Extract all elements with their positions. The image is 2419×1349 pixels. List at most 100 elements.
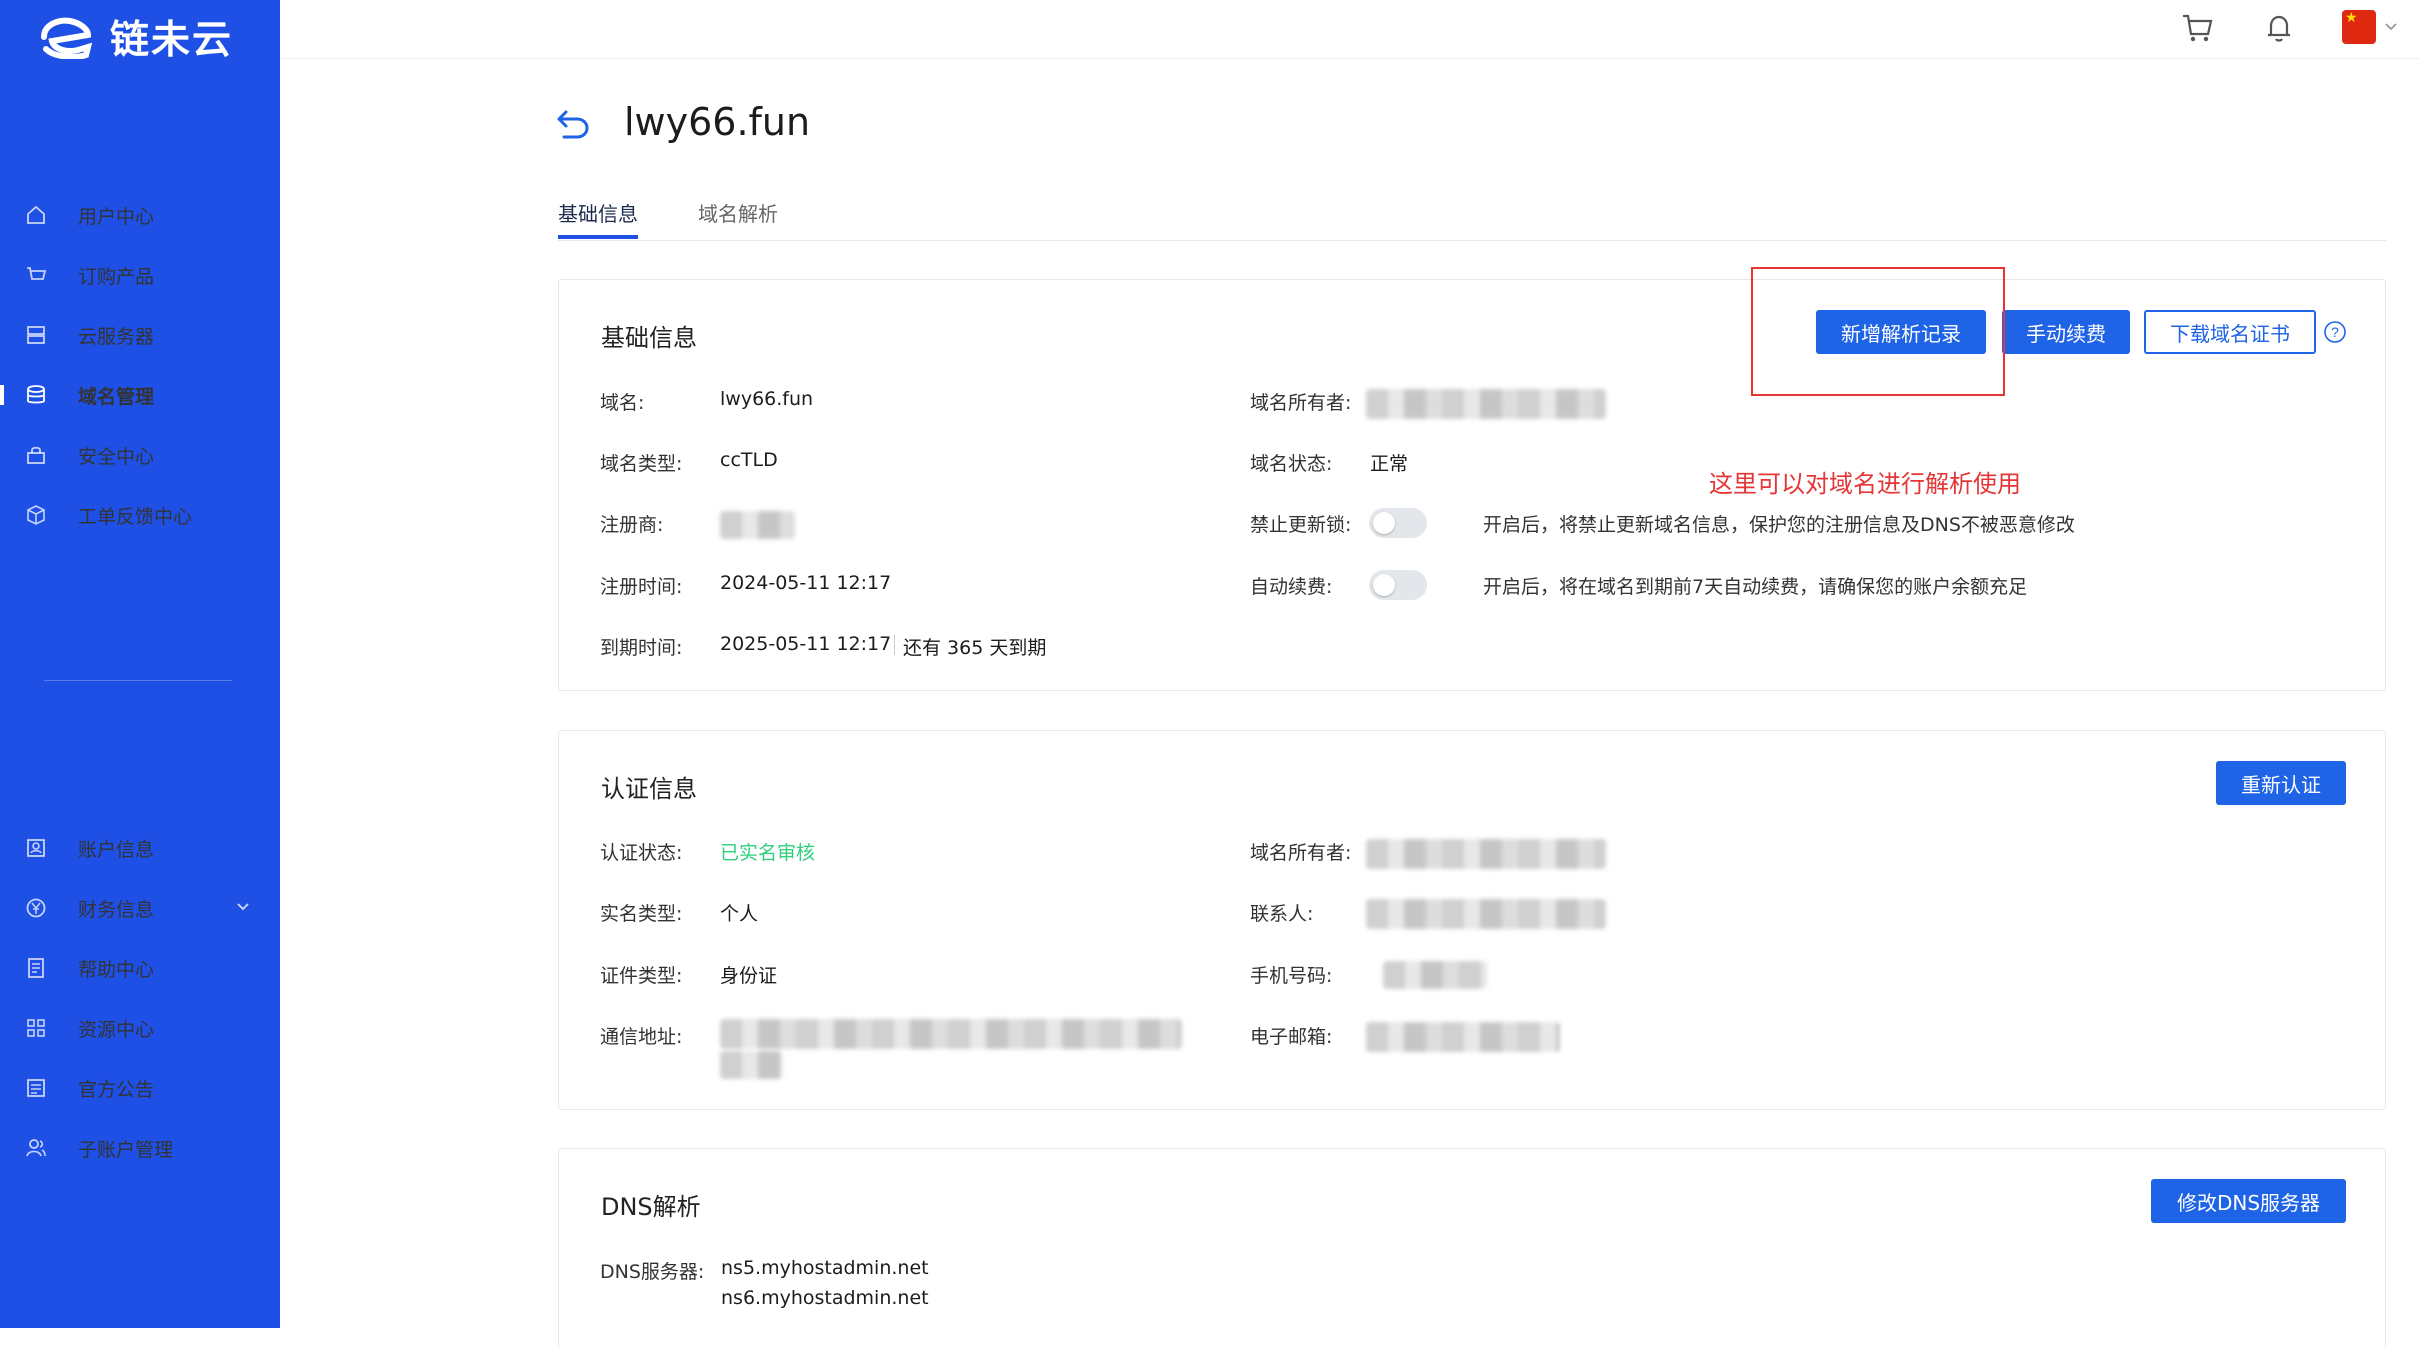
sidebar-item-sub-accounts[interactable]: 子账户管理 xyxy=(0,1126,280,1170)
bell-icon[interactable] xyxy=(2261,10,2297,46)
update-lock-label: 禁止更新锁: xyxy=(1250,514,1352,536)
auth-status-label: 认证状态: xyxy=(600,842,683,864)
real-name-type-label: 实名类型: xyxy=(600,903,683,925)
annotation-highlight-box xyxy=(1751,267,2005,396)
yuan-icon xyxy=(26,898,46,918)
contact-redacted xyxy=(1366,899,1606,929)
domain-type-label: 域名类型: xyxy=(600,453,683,475)
sidebar-item-label: 订购产品 xyxy=(78,265,155,288)
cart-icon xyxy=(27,267,47,280)
sidebar-item-label: 账户信息 xyxy=(78,838,155,861)
address-redacted-line1 xyxy=(720,1019,1182,1049)
remaining-days: 还有 365 天到期 xyxy=(903,637,1047,659)
phone-redacted xyxy=(1383,961,1487,989)
phone-label: 手机号码: xyxy=(1250,965,1333,987)
domain-status-label: 域名状态: xyxy=(1250,453,1333,475)
home-icon xyxy=(27,205,45,224)
auto-renew-hint: 开启后，将在域名到期前7天自动续费，请确保您的账户余额充足 xyxy=(1483,576,2028,598)
divider xyxy=(894,635,895,655)
auth-owner-redacted xyxy=(1366,839,1606,869)
dns-server-2: ns6.myhostadmin.net xyxy=(721,1287,929,1309)
email-label: 电子邮箱: xyxy=(1250,1026,1333,1048)
tab-bar: 基础信息 域名解析 xyxy=(558,190,2386,241)
sidebar-item-label: 官方公告 xyxy=(78,1078,155,1101)
sidebar-item-label: 子账户管理 xyxy=(78,1138,174,1161)
database-icon xyxy=(27,385,45,404)
contact-label: 联系人: xyxy=(1250,903,1314,925)
domain-label: 域名: xyxy=(600,392,645,414)
download-certificate-button[interactable]: 下载域名证书 xyxy=(2144,310,2316,354)
registration-time-label: 注册时间: xyxy=(600,576,683,598)
sidebar-item-help-center[interactable]: 帮助中心 xyxy=(0,946,280,990)
owner-redacted xyxy=(1366,389,1606,419)
tab-label: 域名解析 xyxy=(698,202,778,226)
svg-text:?: ? xyxy=(2331,324,2339,340)
brand-name: 链未云 xyxy=(110,18,234,63)
sidebar-divider xyxy=(44,680,232,681)
sidebar-item-label: 用户中心 xyxy=(78,205,155,228)
sidebar-item-security-center[interactable]: 安全中心 xyxy=(0,433,280,477)
grid-icon xyxy=(27,1019,45,1037)
sidebar-item-finance-info[interactable]: 财务信息 xyxy=(0,886,280,930)
card-title: 认证信息 xyxy=(601,775,697,803)
domain-status-value: 正常 xyxy=(1370,453,1409,475)
registrar-redacted xyxy=(720,511,795,539)
top-bar xyxy=(280,0,2419,59)
address-redacted-line2 xyxy=(720,1051,782,1079)
back-icon[interactable] xyxy=(556,106,590,140)
tab-label: 基础信息 xyxy=(558,202,638,226)
sidebar-item-cloud-server[interactable]: 云服务器 xyxy=(0,313,280,357)
manual-renew-button[interactable]: 手动续费 xyxy=(2002,310,2130,354)
auth-status-value: 已实名审核 xyxy=(720,842,816,864)
server-icon xyxy=(27,326,45,344)
sidebar-item-label: 工单反馈中心 xyxy=(78,505,193,528)
cube-icon xyxy=(27,505,45,525)
domain-type-value: ccTLD xyxy=(720,449,778,471)
annotation-text: 这里可以对域名进行解析使用 xyxy=(1709,470,2021,498)
tab-basic-info[interactable]: 基础信息 xyxy=(558,198,638,227)
basic-info-card: 基础信息 新增解析记录 手动续费 下载域名证书 ? 域名: lwy66.fun … xyxy=(558,279,2386,691)
sidebar-item-label: 云服务器 xyxy=(78,325,155,348)
domain-value: lwy66.fun xyxy=(720,388,814,410)
dns-server-1: ns5.myhostadmin.net xyxy=(721,1257,929,1279)
sidebar-item-label: 帮助中心 xyxy=(78,958,155,981)
id-type-value: 身份证 xyxy=(720,965,778,987)
sidebar-item-ticket-center[interactable]: 工单反馈中心 xyxy=(0,493,280,537)
update-lock-hint: 开启后，将禁止更新域名信息，保护您的注册信息及DNS不被恶意修改 xyxy=(1483,514,2075,536)
language-flag-icon[interactable]: ★ xyxy=(2342,10,2376,44)
cart-icon[interactable] xyxy=(2180,10,2216,46)
help-icon[interactable]: ? xyxy=(2323,320,2347,344)
active-tab-indicator xyxy=(558,235,638,239)
chevron-down-icon[interactable] xyxy=(2384,20,2398,34)
real-name-type-value: 个人 xyxy=(720,903,759,925)
auth-info-card: 认证信息 重新认证 认证状态: 已实名审核 实名类型: 个人 证件类型: 身份证… xyxy=(558,730,2386,1110)
sidebar-item-label: 财务信息 xyxy=(78,898,155,921)
sidebar: 链未云 用户中心 订购产品 云服务器 域名管理 安全中心 工单反馈中心 账户信息… xyxy=(0,0,280,1328)
auto-renew-label: 自动续费: xyxy=(1250,576,1333,598)
auto-renew-toggle[interactable] xyxy=(1369,570,1427,600)
registration-time-value: 2024-05-11 12:17 xyxy=(720,572,892,594)
chevron-down-icon xyxy=(237,903,249,911)
tab-dns-resolution[interactable]: 域名解析 xyxy=(698,198,778,227)
registrar-label: 注册商: xyxy=(600,514,664,536)
sidebar-item-resource-center[interactable]: 资源中心 xyxy=(0,1006,280,1050)
lock-icon xyxy=(27,446,45,464)
card-title: DNS解析 xyxy=(601,1193,701,1221)
sidebar-item-domain-management[interactable]: 域名管理 xyxy=(0,373,280,417)
email-redacted xyxy=(1366,1022,1560,1052)
card-title: 基础信息 xyxy=(601,324,697,352)
update-lock-toggle[interactable] xyxy=(1369,508,1427,538)
sidebar-item-order-products[interactable]: 订购产品 xyxy=(0,253,280,297)
sidebar-item-label: 资源中心 xyxy=(78,1018,155,1041)
brand-logo[interactable]: 链未云 xyxy=(38,12,234,63)
user-group-icon xyxy=(26,1139,46,1157)
sidebar-item-announcements[interactable]: 官方公告 xyxy=(0,1066,280,1110)
auth-owner-label: 域名所有者: xyxy=(1250,842,1352,864)
id-card-icon xyxy=(27,839,45,857)
sidebar-item-user-center[interactable]: 用户中心 xyxy=(0,193,280,237)
dns-card: DNS解析 修改DNS服务器 DNS服务器: ns5.myhostadmin.n… xyxy=(558,1148,2386,1349)
reverify-button[interactable]: 重新认证 xyxy=(2216,761,2346,805)
sidebar-item-label: 安全中心 xyxy=(78,445,155,468)
sidebar-item-account-info[interactable]: 账户信息 xyxy=(0,826,280,870)
modify-dns-button[interactable]: 修改DNS服务器 xyxy=(2151,1179,2346,1223)
